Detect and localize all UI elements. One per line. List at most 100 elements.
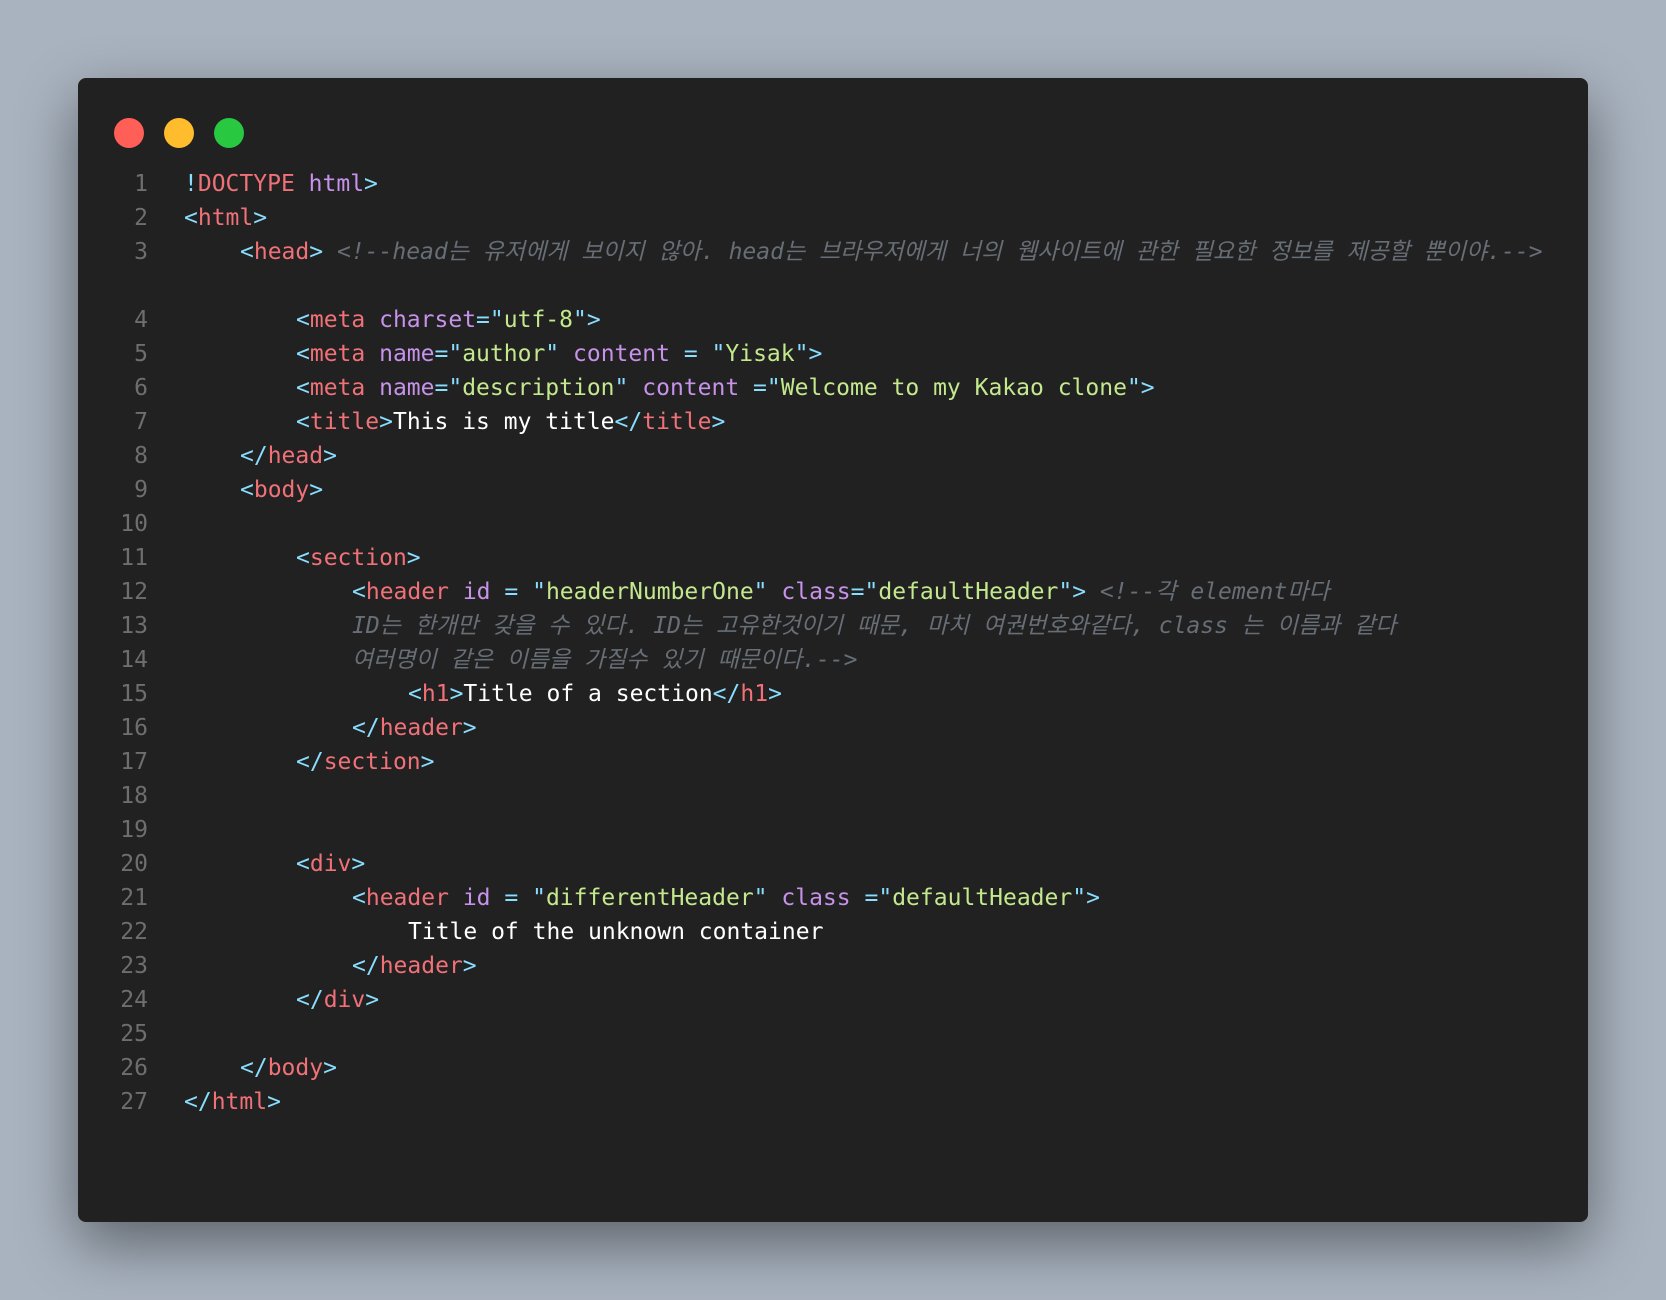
code-token: class	[781, 579, 851, 605]
code-token: <!--각 element마다	[1099, 579, 1330, 605]
code-token: >	[351, 851, 366, 877]
code-token: id	[462, 885, 491, 911]
code-token: <	[296, 375, 310, 401]
line-content: Title of the unknown container	[408, 914, 823, 950]
line-content: </section>	[296, 744, 435, 780]
line-number: 1	[134, 171, 148, 197]
code-token: >	[323, 443, 337, 469]
code-token: title	[309, 409, 380, 435]
line-number: 20	[120, 851, 148, 877]
line-number: 27	[120, 1089, 148, 1115]
line-content: <html>	[184, 200, 267, 236]
line-content: 여러명이 같은 이름을 가질수 있기 때문이다.-->	[352, 642, 858, 678]
code-token: >	[323, 1055, 337, 1081]
code-token: This is my title	[392, 409, 615, 435]
code-token: >	[420, 749, 435, 775]
code-token: "	[532, 579, 546, 605]
line-content: <title>This is my title</title>	[296, 404, 725, 440]
line-content: </header>	[352, 710, 477, 746]
line-number: 4	[134, 307, 148, 333]
code-token: "	[711, 341, 726, 367]
line-number: 22	[120, 919, 148, 945]
code-token: ">	[1058, 579, 1087, 605]
line-content: <meta name="description" content ="Welco…	[296, 370, 1155, 406]
line-content: <body>	[240, 472, 323, 508]
line-number: 2	[134, 205, 148, 231]
code-token: >	[253, 205, 268, 231]
code-editor[interactable]: 1 !DOCTYPE html> 2 <html> 3 <head> <!--head는 …	[78, 78, 1588, 1222]
code-token: meta	[309, 375, 366, 401]
code-token: content	[642, 375, 740, 401]
code-token: header	[379, 715, 463, 741]
code-token: >	[462, 715, 477, 741]
code-token: author	[462, 341, 546, 367]
code-token: <	[240, 477, 254, 503]
code-token: "	[614, 375, 629, 401]
code-token: ="	[753, 375, 781, 401]
line-content: <div>	[296, 846, 365, 882]
code-token: =	[683, 341, 698, 367]
line-number: 14	[120, 647, 148, 673]
code-token: >	[768, 681, 782, 707]
line-number: 13	[120, 613, 148, 639]
code-token: "	[753, 579, 768, 605]
code-token: differentHeader	[545, 885, 754, 911]
code-token: </	[352, 953, 380, 979]
code-token: meta	[309, 341, 366, 367]
code-token: <	[352, 885, 366, 911]
code-token: >	[309, 239, 324, 265]
line-content: </div>	[296, 982, 379, 1018]
code-token: <	[296, 851, 310, 877]
code-token: </	[712, 681, 741, 707]
line-number: 26	[120, 1055, 148, 1081]
line-number: 18	[120, 783, 148, 809]
line-number: 12	[120, 579, 148, 605]
code-token: html	[308, 171, 365, 197]
code-token: ="	[434, 375, 463, 401]
code-window: 1 !DOCTYPE html> 2 <html> 3 <head> <!--head는 …	[78, 78, 1588, 1222]
line-content: <meta charset="utf-8">	[296, 302, 601, 338]
line-content: <head> <!--head는 유저에게 보이지 않아. head는 브라우저…	[240, 234, 1543, 270]
code-token: Title of the unknown container	[408, 919, 824, 945]
code-token: >	[364, 171, 378, 197]
code-token: 여러명이 같은 이름을 가질수 있기 때문이다.-->	[352, 647, 858, 673]
line-number: 3	[134, 239, 148, 265]
line-content: !DOCTYPE html>	[184, 166, 378, 202]
line-number: 5	[134, 341, 148, 367]
code-token: </	[296, 987, 324, 1013]
code-token: >	[462, 953, 477, 979]
code-token: id	[462, 579, 491, 605]
code-token: DOCTYPE	[197, 171, 295, 197]
code-token: "	[545, 341, 560, 367]
code-token: <	[352, 579, 366, 605]
code-token: </	[240, 1055, 268, 1081]
code-token: >	[267, 1089, 281, 1115]
code-token: "	[532, 885, 546, 911]
code-token: <	[240, 239, 254, 265]
code-token: >	[449, 681, 464, 707]
code-token: defaultHeader	[878, 579, 1059, 605]
code-token: charset	[379, 307, 477, 333]
code-token: name	[379, 341, 435, 367]
line-number: 16	[120, 715, 148, 741]
code-token: >	[711, 409, 726, 435]
code-token: </	[296, 749, 324, 775]
code-token: ="	[864, 885, 893, 911]
code-token: head	[267, 443, 324, 469]
line-content: <meta name="author" content = "Yisak">	[296, 336, 822, 372]
line-number: 15	[120, 681, 148, 707]
line-number: 19	[120, 817, 148, 843]
code-token: headerNumberOne	[545, 579, 754, 605]
code-token: title	[642, 409, 712, 435]
code-token: utf-8	[503, 307, 573, 333]
code-token: section	[323, 749, 421, 775]
code-token: body	[267, 1055, 324, 1081]
